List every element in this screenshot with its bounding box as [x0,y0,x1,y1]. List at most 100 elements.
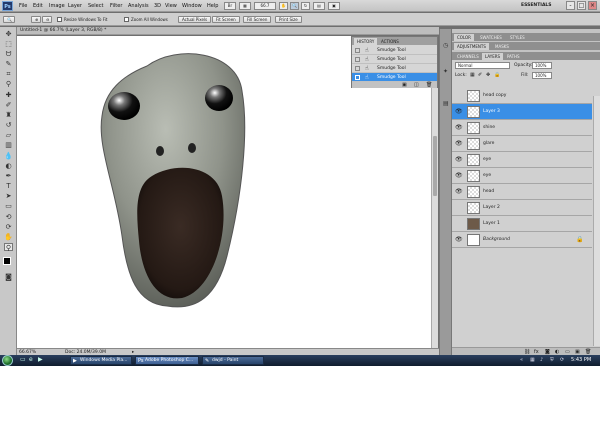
screen-mode-icon[interactable]: ▣ [328,2,340,10]
lock-position-icon[interactable]: ✥ [486,72,490,78]
volume-icon[interactable]: ♪ [540,357,546,363]
tab-swatches[interactable]: SWATCHES [477,34,505,41]
layer-row[interactable]: 👁 eye [452,168,592,184]
zoom-tool-icon[interactable]: ⚲ [4,243,13,252]
tray-expand-icon[interactable]: « [520,357,526,363]
new-snapshot-icon[interactable]: ◫ [414,82,419,88]
print-size-button[interactable]: Print Size [275,16,302,23]
menu-help[interactable]: Help [207,3,218,9]
layer-row[interactable]: 👁 shine [452,120,592,136]
visibility-eye-icon[interactable]: 👁 [455,189,463,195]
lasso-tool-icon[interactable]: ᗢ [4,50,13,58]
blur-tool-icon[interactable]: 💧 [4,152,13,160]
tab-color[interactable]: COLOR [454,34,474,41]
taskbar-media-player[interactable]: ▶ Windows Media Pla... [70,356,132,365]
tab-actions[interactable]: ACTIONS [378,38,402,45]
menu-filter[interactable]: Filter [110,3,122,9]
menu-select[interactable]: Select [88,3,103,9]
history-panel-icon[interactable]: ◷ [443,43,449,49]
layer-row[interactable]: 👁 Background 🔒 [452,232,592,248]
brushes-panel-icon[interactable]: ✦ [443,69,449,75]
close-button[interactable]: × [588,1,597,10]
visibility-eye-icon[interactable] [455,93,463,99]
menu-file[interactable]: File [19,3,27,9]
actual-pixels-button[interactable]: Actual Pixels [178,16,212,23]
lock-all-icon[interactable]: 🔒 [494,72,500,78]
history-state[interactable]: ☝ Smudge Tool [352,55,437,64]
crop-tool-icon[interactable]: ⌗ [4,70,13,78]
opacity-input[interactable]: 100% [532,62,552,69]
menu-layer[interactable]: Layer [68,3,82,9]
network-icon[interactable]: ▦ [530,357,536,363]
dodge-tool-icon[interactable]: ◐ [4,162,13,170]
menu-analysis[interactable]: Analysis [128,3,149,9]
clone-stamp-tool-icon[interactable]: ♜ [4,111,13,119]
workspace-switcher[interactable]: ESSENTIALS [521,2,561,10]
pen-tool-icon[interactable]: ✒ [4,172,13,180]
history-source-box[interactable] [355,48,360,53]
visibility-eye-icon[interactable]: 👁 [455,125,463,131]
taskbar-photoshop[interactable]: Ps Adobe Photoshop C... [135,356,199,365]
visibility-eye-icon[interactable]: 👁 [455,157,463,163]
show-desktop-icon[interactable]: ▭ [20,357,26,363]
zoom-out-icon[interactable]: ⊖ [42,16,52,23]
trash-icon[interactable]: 🗑 [426,82,432,88]
history-source-box[interactable] [355,57,360,62]
history-brush-tool-icon[interactable]: ↺ [4,121,13,129]
quick-mask-icon[interactable]: ◙ [4,273,13,281]
marquee-tool-icon[interactable]: ⬚ [4,40,13,48]
layer-row[interactable]: head copy [452,88,592,104]
history-state-selected[interactable]: ☝ Smudge Tool [352,73,437,82]
quick-select-tool-icon[interactable]: ✎ [4,60,13,68]
tab-channels[interactable]: CHANNELS [454,53,482,60]
hand-tool-icon[interactable]: ✋ [279,2,288,10]
taskbar-paint[interactable]: ✎ dwjd - Paint [202,356,264,365]
zoom-tool-icon[interactable]: 🔍 [290,2,299,10]
fill-screen-button[interactable]: Fill Screen [243,16,272,23]
media-player-icon[interactable]: ▶ [38,357,44,363]
3d-camera-tool-icon[interactable]: ⟳ [4,223,13,231]
zoom-all-checkbox[interactable] [124,17,129,22]
security-icon[interactable]: ⛨ [550,357,556,363]
lock-transparent-icon[interactable]: ▦ [470,72,475,78]
eyedropper-tool-icon[interactable]: ⚲ [4,80,13,88]
menu-3d[interactable]: 3D [154,3,161,9]
mini-bridge-button[interactable]: ▦ [239,2,251,10]
brush-tool-icon[interactable]: ✐ [4,101,13,109]
type-tool-icon[interactable]: T [4,182,13,190]
history-state[interactable]: ☝ Smudge Tool [352,46,437,55]
layer-row[interactable]: Layer 1 [452,216,592,232]
menu-edit[interactable]: Edit [33,3,43,9]
layer-row[interactable]: 👁 eye [452,152,592,168]
new-document-icon[interactable]: ▣ [402,82,407,88]
fit-screen-button[interactable]: Fit Screen [212,16,240,23]
layers-scrollbar[interactable] [593,96,600,346]
3d-rotate-tool-icon[interactable]: ⟲ [4,213,13,221]
zoom-in-icon[interactable]: ⊕ [31,16,41,23]
tab-layers[interactable]: LAYERS [482,53,504,60]
start-button[interactable] [2,355,13,366]
history-state[interactable]: ☝ Smudge Tool [352,64,437,73]
layers-panel-icon[interactable]: ▤ [443,101,449,107]
tab-history[interactable]: HISTORY [354,38,378,45]
move-tool-icon[interactable]: ✥ [4,30,13,38]
scroll-thumb[interactable] [433,136,437,196]
zoom-tool-preset-icon[interactable]: 🔍 [3,16,15,23]
visibility-eye-icon[interactable] [455,205,463,211]
layer-row[interactable]: 👁 head [452,184,592,200]
ie-icon[interactable]: e [29,357,35,363]
menu-view[interactable]: View [165,3,177,9]
visibility-eye-icon[interactable] [455,221,463,227]
history-source-box[interactable] [355,75,360,80]
fill-input[interactable]: 100% [532,72,552,79]
foreground-color-swatch[interactable] [3,257,11,265]
layer-row[interactable]: 👁 glare [452,136,592,152]
path-select-tool-icon[interactable]: ➤ [4,192,13,200]
rotate-view-icon[interactable]: ↻ [301,2,310,10]
menu-image[interactable]: Image [49,3,65,9]
visibility-eye-icon[interactable]: 👁 [455,141,463,147]
hand-tool-icon[interactable]: ✋ [4,233,13,241]
blend-mode-select[interactable]: Normal [455,62,510,69]
tab-styles[interactable]: STYLES [507,34,528,41]
tab-paths[interactable]: PATHS [504,53,523,60]
